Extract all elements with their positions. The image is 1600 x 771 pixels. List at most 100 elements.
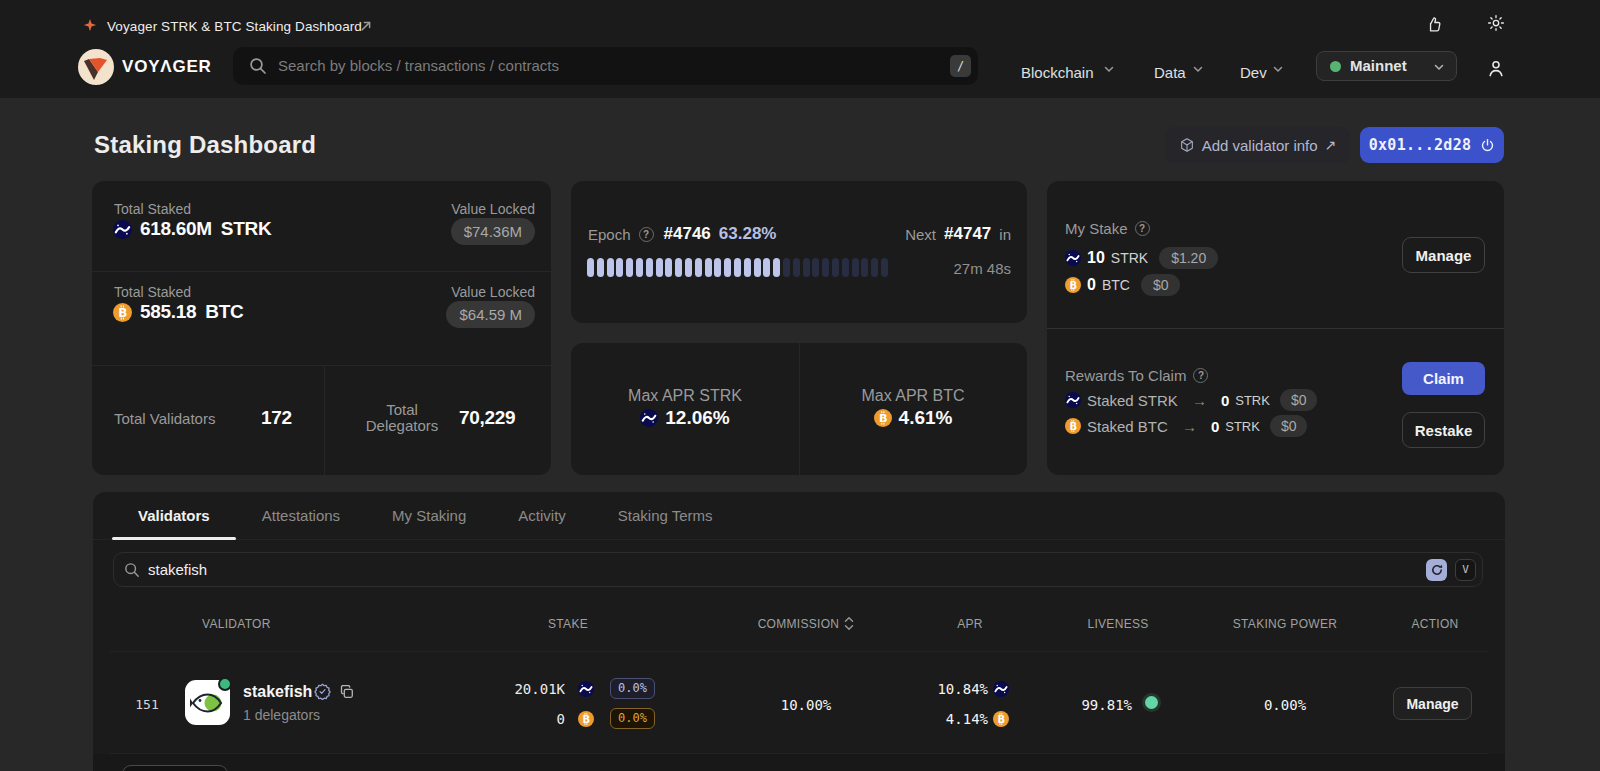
tab-activity[interactable]: Activity — [492, 492, 592, 540]
rewards-btc-usd: $0 — [1270, 415, 1308, 437]
rewards-btc-source: Staked BTC — [1087, 418, 1168, 435]
total-staked-strk-label: Total Staked — [114, 201, 191, 217]
col-apr[interactable]: APR — [920, 617, 1020, 631]
search-shortcut-key: / — [950, 55, 971, 77]
col-action[interactable]: ACTION — [1385, 617, 1485, 631]
btc-icon: B — [1065, 277, 1081, 293]
rewards-strk-usd: $0 — [1280, 389, 1318, 411]
copy-icon[interactable] — [340, 685, 354, 699]
validator-delegators: 1 delegators — [243, 707, 320, 723]
epoch-next-label: Next — [905, 226, 936, 243]
commission-value: 10.00% — [706, 697, 906, 713]
my-stake-title: My Stake — [1065, 220, 1128, 237]
help-icon[interactable]: ? — [639, 227, 654, 242]
rewards-btc-unit: STRK — [1225, 419, 1260, 434]
tab-attestations[interactable]: Attestations — [236, 492, 366, 540]
svg-text:B: B — [118, 306, 127, 320]
restake-button[interactable]: Restake — [1402, 412, 1485, 448]
add-validator-button[interactable]: Add validator info ↗ — [1165, 127, 1350, 163]
total-staked-card: Total Staked Value Locked 618.60MSTRK $7… — [92, 181, 551, 475]
validator-status-dot — [218, 677, 232, 691]
my-stake-manage-button[interactable]: Manage — [1402, 237, 1485, 273]
stake-strk-pct-badge: 0.0% — [610, 678, 655, 699]
claim-button[interactable]: Claim — [1402, 362, 1485, 395]
global-search-input[interactable]: Search by blocks / transactions / contra… — [233, 47, 978, 85]
total-validators-value: 172 — [261, 407, 292, 429]
nav-item-blockchain[interactable]: Blockchain — [1021, 48, 1094, 98]
wallet-address: 0x01...2d28 — [1369, 136, 1472, 154]
theme-toggle-icon[interactable] — [1487, 14, 1505, 32]
help-icon[interactable]: ? — [1193, 368, 1208, 383]
liveness-dot — [1145, 696, 1158, 709]
tab-staking-terms[interactable]: Staking Terms — [592, 492, 739, 540]
col-commission[interactable]: COMMISSION — [706, 617, 906, 631]
wallet-button[interactable]: 0x01...2d28 — [1360, 127, 1504, 163]
add-validator-label: Add validator info — [1202, 137, 1318, 154]
my-stake-card: My Stake ? 10 STRK $1.20 B 0 BTC $0 Mana… — [1047, 181, 1504, 475]
max-apr-card: Max APR STRK 12.06% Max APR BTC B 4.61% — [571, 343, 1027, 475]
cube-icon — [1179, 137, 1195, 153]
network-selector[interactable]: Mainnet — [1316, 51, 1457, 81]
apr-strk-value: 10.84% — [888, 681, 988, 697]
rewards-strk-unit: STRK — [1235, 393, 1270, 408]
max-apr-strk-label: Max APR STRK — [571, 387, 799, 405]
my-stake-strk-amount: 10 — [1087, 249, 1105, 267]
my-stake-btc-amount: 0 — [1087, 276, 1096, 294]
max-apr-btc-value: 4.61% — [899, 407, 953, 429]
table-footer — [93, 754, 1505, 771]
load-more-button[interactable] — [122, 765, 228, 771]
brand-wordmark[interactable]: VOYΛGER — [122, 57, 212, 77]
staking-dashboard-page: Voyager STRK & BTC Staking Dashboard VOY… — [0, 0, 1600, 771]
col-staking-power[interactable]: STAKING POWER — [1205, 617, 1365, 631]
total-validators-label: Total Validators — [114, 410, 215, 427]
chevron-down-icon — [1273, 66, 1283, 73]
btc-icon: B — [993, 711, 1009, 727]
row-manage-button[interactable]: Manage — [1393, 687, 1472, 720]
rewards-strk-amount: 0 — [1221, 392, 1229, 409]
thumbs-up-icon[interactable] — [1425, 15, 1444, 34]
validator-search-value: stakefish — [148, 553, 207, 586]
my-stake-strk-unit: STRK — [1111, 250, 1148, 266]
validator-name[interactable]: stakefish — [243, 683, 312, 701]
user-icon[interactable] — [1486, 58, 1506, 79]
search-icon — [249, 57, 267, 75]
help-icon[interactable]: ? — [1135, 221, 1150, 236]
v-key-button[interactable]: V — [1455, 559, 1476, 581]
refresh-key-button[interactable] — [1426, 559, 1447, 581]
liveness-value: 99.81% — [1032, 697, 1132, 713]
nav-item-data[interactable]: Data — [1154, 48, 1186, 98]
epoch-card: Epoch ? #4746 63.28% Next #4747 in 27m 4… — [571, 181, 1027, 323]
value-locked-strk-pill: $74.36M — [451, 218, 535, 245]
rewards-title: Rewards To Claim — [1065, 367, 1186, 384]
strk-icon — [993, 681, 1009, 697]
stake-strk-value: 20.01K — [473, 681, 565, 697]
my-stake-strk-usd: $1.20 — [1159, 247, 1218, 269]
my-stake-btc-usd: $0 — [1141, 274, 1181, 296]
search-icon — [124, 562, 140, 578]
validator-search-input[interactable]: stakefish V — [113, 552, 1483, 587]
total-delegators-value: 70,229 — [459, 407, 515, 429]
network-label: Mainnet — [1350, 52, 1407, 80]
chevron-down-icon — [1193, 66, 1203, 73]
sort-icon — [844, 617, 854, 630]
strk-icon — [1065, 250, 1081, 266]
chevron-down-icon — [1434, 64, 1444, 71]
total-staked-btc-label: Total Staked — [114, 284, 191, 300]
epoch-progress-bar — [587, 258, 891, 277]
strk-icon — [640, 409, 658, 427]
validator-rank: 151 — [123, 697, 171, 712]
arrow-right-icon: → — [1182, 418, 1197, 435]
tab-validators[interactable]: Validators — [112, 492, 236, 540]
col-liveness[interactable]: LIVENESS — [1048, 617, 1188, 631]
col-validator[interactable]: VALIDATOR — [202, 617, 271, 631]
max-apr-strk-value: 12.06% — [665, 407, 729, 429]
apr-btc-value: 4.14% — [888, 711, 988, 727]
external-link-icon[interactable] — [360, 20, 372, 32]
table-row[interactable]: 151 stakefish 1 delegators 20.01K 0.0% 0… — [93, 651, 1505, 753]
value-locked-btc-label: Value Locked — [451, 284, 535, 300]
epoch-next: #4747 — [944, 224, 991, 244]
voyager-logo[interactable] — [78, 49, 114, 85]
tab-my-staking[interactable]: My Staking — [366, 492, 492, 540]
col-stake[interactable]: STAKE — [488, 617, 588, 631]
nav-item-dev[interactable]: Dev — [1240, 48, 1267, 98]
